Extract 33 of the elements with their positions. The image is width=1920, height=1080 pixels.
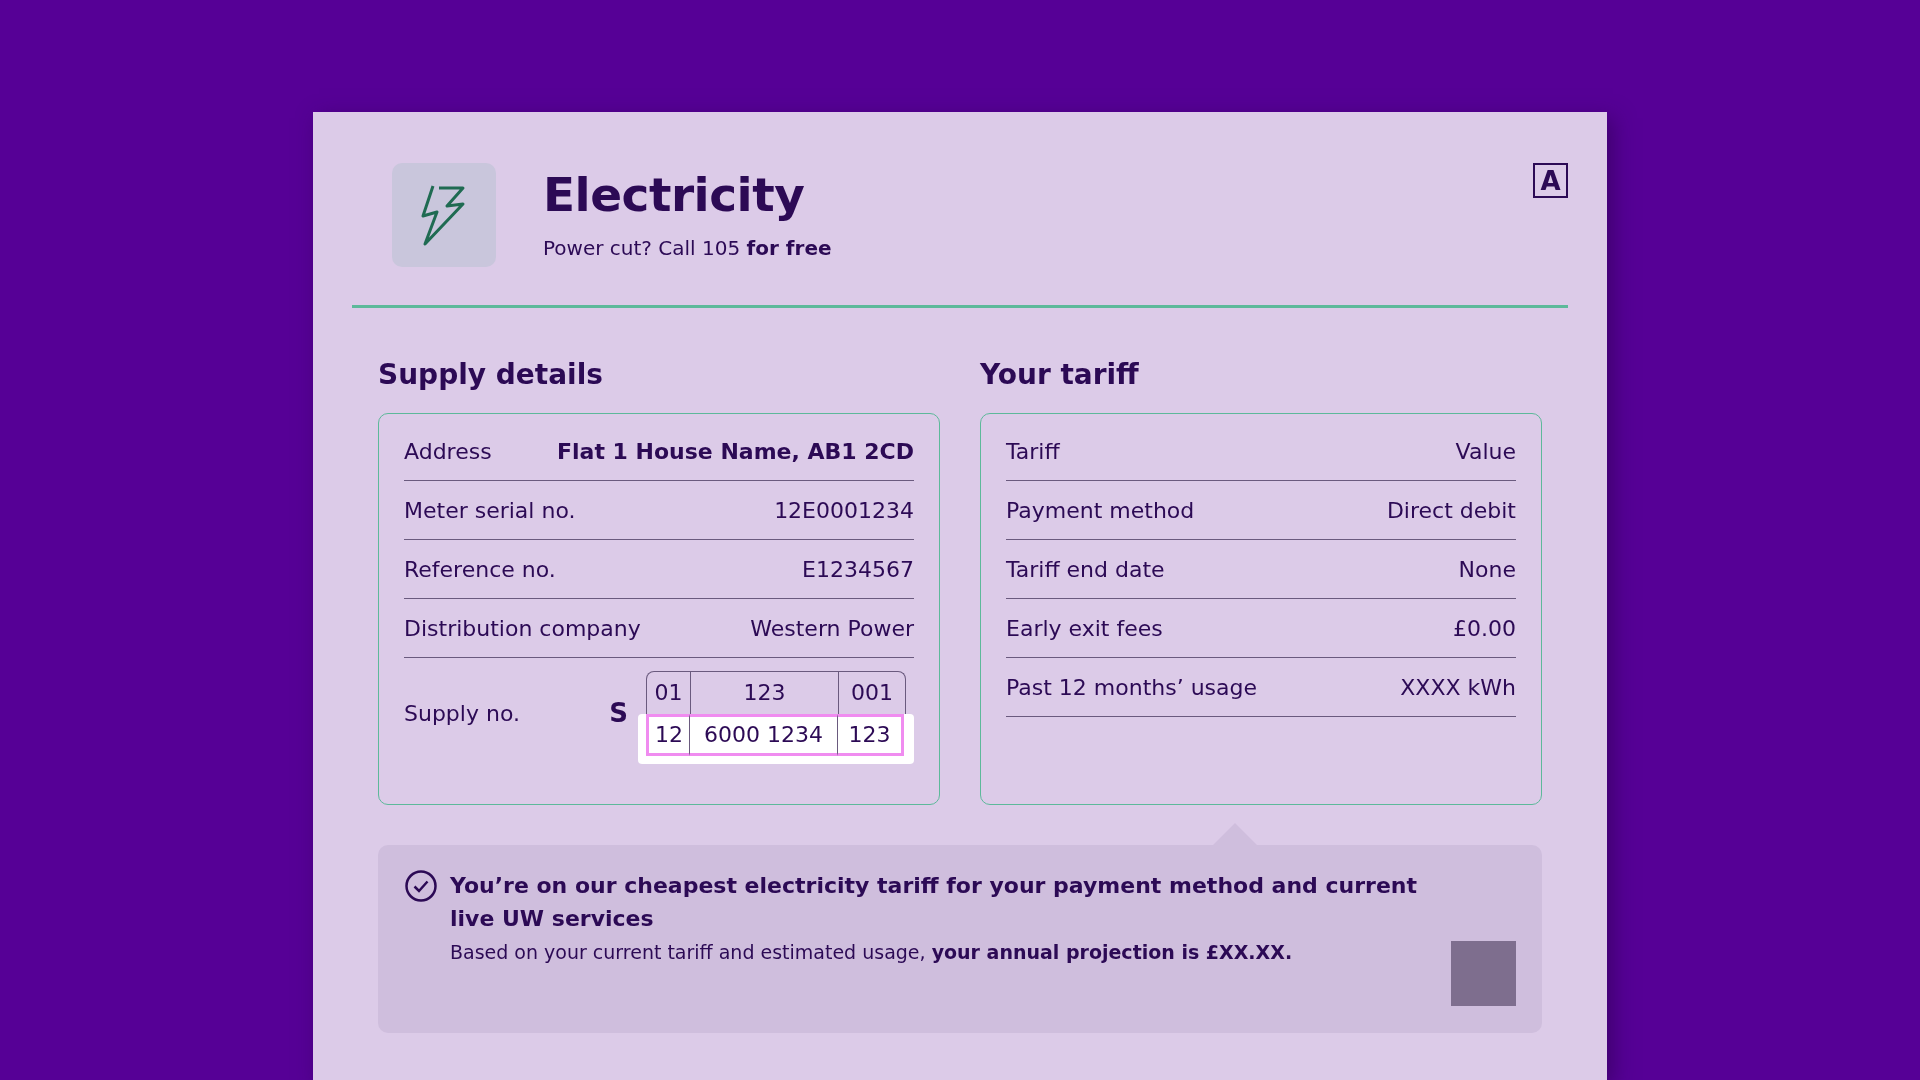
table-cell: 123 bbox=[691, 671, 839, 714]
supply-prefix: S bbox=[609, 698, 628, 728]
row-label: Distribution company bbox=[404, 615, 641, 641]
row-label: Reference no. bbox=[404, 556, 556, 582]
table-cell: 123 bbox=[838, 713, 904, 756]
row-value: Direct debit bbox=[1386, 497, 1516, 523]
row-label: Meter serial no. bbox=[404, 497, 576, 523]
table-cell: 01 bbox=[647, 671, 691, 714]
row-value: XXXX kWh bbox=[1400, 674, 1516, 700]
notice-heading: You’re on our cheapest electricity tariff for your payment method and current live UW services bbox=[450, 872, 1418, 933]
row-value: None bbox=[1458, 556, 1516, 582]
section-title: Supply details bbox=[378, 358, 604, 393]
row-label: Past 12 months’ usage bbox=[1006, 674, 1258, 700]
row-label: Payment method bbox=[1006, 497, 1195, 523]
row-value: 12E0001234 bbox=[774, 497, 914, 523]
page-title: Electricity bbox=[543, 167, 806, 222]
table-cell-text: 001 bbox=[850, 679, 894, 707]
power-cut-note: Power cut? Call 105 for free bbox=[543, 236, 833, 260]
table-cell: 6000 1234 bbox=[690, 713, 838, 756]
row-label: Tariff bbox=[1006, 438, 1060, 464]
notice-text: Based on your current tariff and estimated usage, your annual projection is £XX.XX. bbox=[450, 941, 1294, 963]
row-value: £0.00 bbox=[1453, 615, 1516, 641]
row-value: Value bbox=[1455, 438, 1516, 464]
row-label: Tariff end date bbox=[1006, 556, 1165, 582]
row-value: E1234567 bbox=[802, 556, 914, 582]
row-value: Flat 1 House Name, AB1 2CD bbox=[556, 438, 914, 464]
row-value: Western Power bbox=[750, 615, 914, 641]
row-label: Address bbox=[404, 438, 492, 464]
table-cell: 12 bbox=[646, 713, 690, 756]
row-label: Supply no. bbox=[404, 700, 520, 726]
section-title: Your tariff bbox=[980, 358, 1140, 393]
row-label: Early exit fees bbox=[1006, 615, 1163, 641]
letter-badge: A bbox=[1533, 163, 1568, 198]
